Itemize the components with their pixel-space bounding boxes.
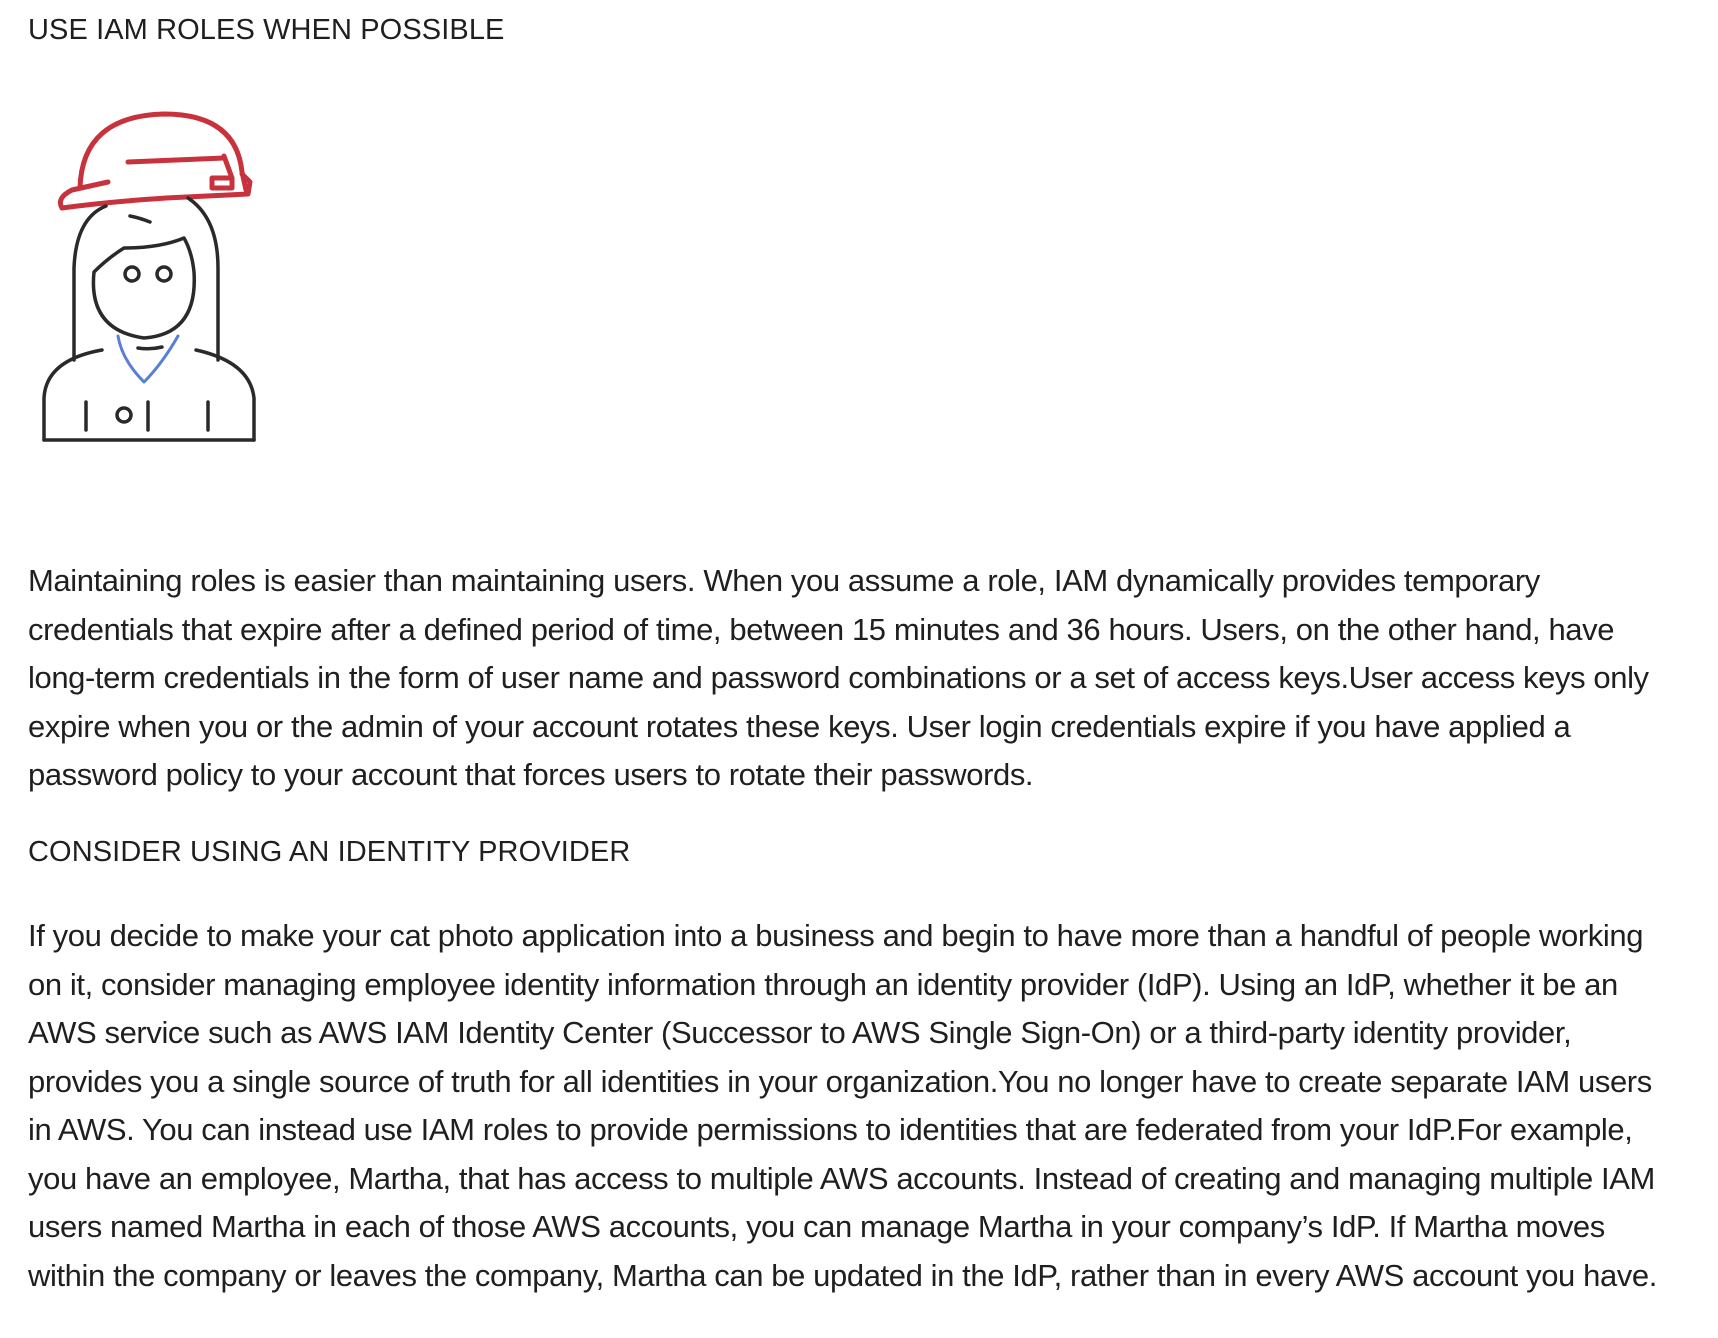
- section-paragraph-iam-roles: Maintaining roles is easier than maintai…: [28, 563, 1649, 792]
- person-with-hard-hat-icon: [36, 98, 306, 498]
- section-heading-identity-provider: CONSIDER USING AN IDENTITY PROVIDER: [28, 836, 631, 868]
- section-paragraph-identity-provider: If you decide to make your cat photo app…: [28, 918, 1657, 1293]
- section-heading-iam-roles: USE IAM ROLES WHEN POSSIBLE: [28, 14, 505, 46]
